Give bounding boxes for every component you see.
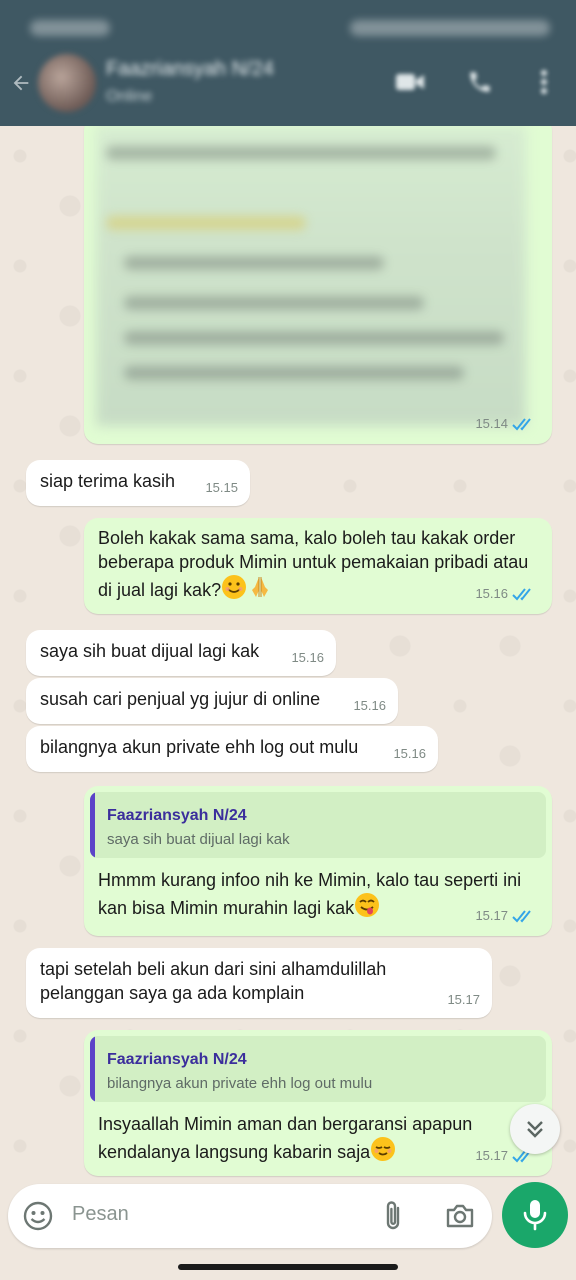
smiling-face-emoji [221,574,247,606]
message-time: 15.17 [447,992,480,1007]
message-time: 15.14 [475,416,508,431]
message-meta: 15.16 [353,694,386,718]
message-image[interactable] [96,126,526,426]
message-input[interactable]: Pesan [72,1203,129,1226]
microphone-icon [523,1200,547,1231]
message-meta: 15.16 [393,742,426,766]
attachment-icon[interactable] [378,1198,408,1234]
folded-hands-emoji [247,574,273,606]
chat-header: Faazriansyah N/24 Online [0,0,576,126]
relieved-face-emoji [370,1136,396,1168]
emoji-picker-icon[interactable] [22,1200,54,1232]
home-indicator[interactable] [178,1264,398,1270]
message-time: 15.16 [353,698,386,713]
message-text: susah cari penjual yg jujur di online [40,689,321,709]
camera-icon[interactable] [444,1200,476,1232]
video-call-icon[interactable] [392,64,428,100]
message-meta: 15.15 [205,476,238,500]
quoted-message[interactable]: Faazriansyah N/24 saya sih buat dijual l… [90,792,546,858]
quote-author: Faazriansyah N/24 [107,1051,247,1068]
yum-face-emoji [354,892,380,924]
read-ticks-icon [512,910,531,923]
outgoing-reply-message[interactable]: Faazriansyah N/24 saya sih buat dijual l… [84,786,552,936]
message-text: tapi setelah beli akun dari sini alhamdu… [40,959,387,1003]
message-time: 15.16 [475,586,508,601]
back-arrow-icon[interactable] [8,68,34,98]
incoming-message[interactable]: susah cari penjual yg jujur di online 15… [26,678,398,724]
status-bar [0,10,576,44]
message-meta: 15.16 [291,646,324,670]
message-text: Boleh kakak sama sama, kalo boleh tau ka… [98,528,529,600]
voice-call-icon[interactable] [462,64,498,100]
double-chevron-down-icon [527,1121,543,1138]
outgoing-message[interactable]: Boleh kakak sama sama, kalo boleh tau ka… [84,518,552,614]
incoming-message[interactable]: tapi setelah beli akun dari sini alhamdu… [26,948,492,1018]
message-text: Insyaallah Mimin aman dan bergaransi apa… [98,1114,473,1162]
quote-text: bilangnya akun private ehh log out mulu [107,1075,373,1092]
message-time: 15.17 [475,1148,508,1163]
read-ticks-icon [512,418,531,431]
quote-bar [90,792,95,858]
chat-area[interactable]: 15.14 siap terima kasih 15.15 Boleh kaka… [0,126,576,1180]
quoted-message[interactable]: Faazriansyah N/24 bilangnya akun private… [90,1036,546,1102]
quote-text: saya sih buat dijual lagi kak [107,831,290,848]
incoming-message[interactable]: bilangnya akun private ehh log out mulu … [26,726,438,772]
outgoing-reply-message[interactable]: Faazriansyah N/24 bilangnya akun private… [84,1030,552,1176]
message-composer[interactable]: Pesan [8,1184,492,1248]
quote-author: Faazriansyah N/24 [107,807,247,824]
message-time: 15.15 [205,480,238,495]
read-ticks-icon [512,588,531,601]
message-time: 15.16 [291,650,324,665]
message-meta: 15.17 [475,904,538,928]
incoming-message[interactable]: saya sih buat dijual lagi kak 15.16 [26,630,336,676]
incoming-message[interactable]: siap terima kasih 15.15 [26,460,250,506]
message-time: 15.17 [475,908,508,923]
message-text: saya sih buat dijual lagi kak [40,641,260,661]
quote-bar [90,1036,95,1102]
contact-status: Online [106,88,153,105]
contact-name[interactable]: Faazriansyah N/24 [106,58,286,81]
message-meta: 15.14 [475,412,538,436]
image-message[interactable]: 15.14 [84,126,552,444]
contact-avatar[interactable] [38,54,96,112]
message-text: bilangnya akun private ehh log out mulu [40,737,359,757]
message-text: siap terima kasih [40,471,176,491]
scroll-to-bottom-button[interactable] [510,1104,560,1154]
message-meta: 15.16 [475,582,538,606]
message-time: 15.16 [393,746,426,761]
voice-message-button[interactable] [502,1182,568,1248]
more-options-icon[interactable] [526,64,562,100]
message-meta: 15.17 [447,988,480,1012]
system-navigation-bar [0,1254,576,1280]
message-text: Hmmm kurang infoo nih ke Mimin, kalo tau… [98,870,522,918]
